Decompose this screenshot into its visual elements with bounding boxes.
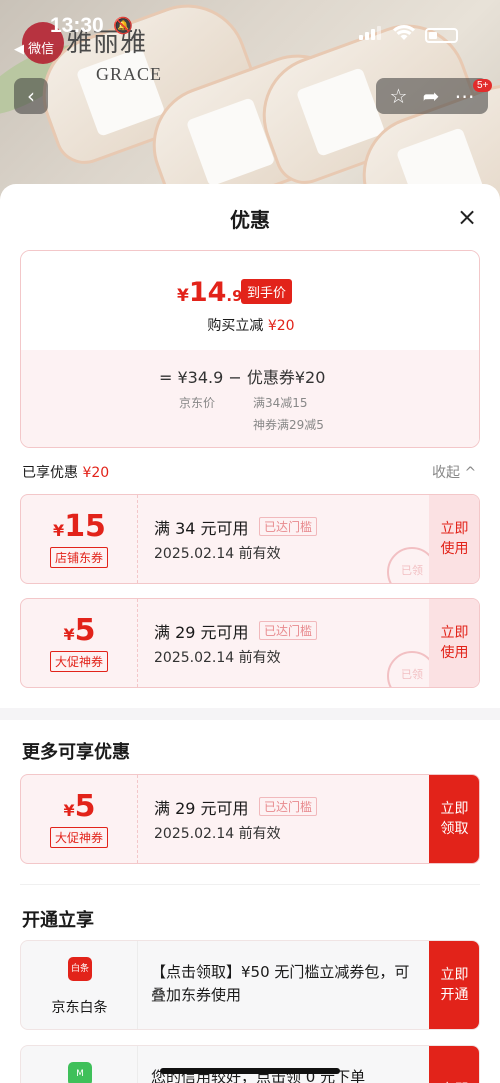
service-name: 京东白条 [51,1000,108,1016]
use-now-button[interactable]: 立即 使用 [429,599,479,687]
shopping-bag-icon: M [68,1062,92,1083]
home-indicator[interactable] [160,1068,340,1074]
instant-discount-line: 购买立减 ¥20 [207,318,295,334]
coupon-validity: 2025.02.14 前有效 [154,826,281,842]
jd-baitiao-logo-icon: 白条 [68,957,92,981]
status-bar: 13:30 🔕 ◀ 微信 [0,0,500,57]
coupon-validity: 2025.02.14 前有效 [154,546,281,562]
divider-line [20,884,480,885]
coupon-kind: 大促神券 [49,651,109,672]
coupon-detail: 满34减15 [253,396,308,410]
threshold-met-badge: 已达门槛 [259,621,318,640]
coupon-card: ¥5 大促神券 满 29 元可用 已达门槛 2025.02.14 前有效 立即 … [20,774,480,864]
coupon-amount: ¥5 [63,613,96,648]
threshold-met-badge: 已达门槛 [259,797,318,816]
service-card: M 您的信用较好，点击领 0 元下单 立即 [20,1045,480,1083]
status-time: 13:30 [50,14,104,37]
coupon-kind: 大促神券 [49,827,109,848]
coupon-amount: ¥15 [53,509,106,544]
coupon-condition: 满 29 元可用 [154,623,249,642]
share-icon[interactable]: ➦ [423,84,440,108]
close-icon[interactable]: × [454,204,480,230]
final-price: ¥14.9 [177,277,243,308]
coupon-condition: 满 29 元可用 [154,799,249,818]
open-benefits-title: 开通立享 [22,910,94,931]
coupon-validity: 2025.02.14 前有效 [154,650,281,666]
battery-icon [425,28,458,43]
sheet-title: 优惠 [230,208,270,232]
coupon-kind: 店铺东券 [49,547,109,568]
more-icon[interactable]: ⋯ [454,84,474,108]
message-count-badge: 5+ [473,79,493,92]
back-to-app-link[interactable]: ◀ 微信 [14,38,54,57]
open-now-button[interactable]: 立即 开通 [429,941,479,1029]
signal-icon [359,26,381,40]
chevron-left-icon: ‹ [27,84,35,108]
service-card: 白条 京东白条 【点击领取】¥50 无门槛立减券包，可叠加东券使用 立即 开通 [20,940,480,1030]
use-now-button[interactable]: 立即 使用 [429,495,479,583]
more-discounts-title: 更多可享优惠 [22,742,130,763]
jd-price-label: 京东价 [179,396,216,410]
price-formula: = ¥34.9 − 优惠券¥20 [159,368,326,387]
mute-icon: 🔕 [113,16,133,35]
star-icon[interactable]: ☆ [390,84,408,108]
price-breakdown-card: ¥14.9 到手价 购买立减 ¥20 = ¥34.9 − 优惠券¥20 京东价 … [20,250,480,448]
final-price-tag: 到手价 [241,279,293,304]
coupon-card: ¥15 店铺东券 满 34 元可用 已达门槛 2025.02.14 前有效 已领… [20,494,480,584]
discount-sheet: 优惠 × ¥14.9 到手价 购买立减 ¥20 = ¥34.9 − 优惠券¥20… [0,184,500,1083]
back-button[interactable]: ‹ [14,78,48,114]
coupon-card: ¥5 大促神券 满 29 元可用 已达门槛 2025.02.14 前有效 已领 … [20,598,480,688]
wifi-icon [393,22,415,46]
service-description: 【点击领取】¥50 无门槛立减券包，可叠加东券使用 [151,963,410,1004]
threshold-met-badge: 已达门槛 [259,517,318,536]
top-action-group: ☆ ➦ ⋯ [376,78,488,114]
claim-now-button[interactable]: 立即 领取 [429,775,479,863]
coupon-detail: 神券满29减5 [253,418,324,432]
coupon-amount: ¥5 [63,789,96,824]
open-now-button[interactable]: 立即 [429,1046,479,1083]
coupon-condition: 满 34 元可用 [154,519,249,538]
enjoyed-discount-label: 已享优惠 ¥20 [22,465,110,481]
collapse-toggle[interactable]: 收起 ^ [432,462,476,482]
section-divider [0,708,500,720]
